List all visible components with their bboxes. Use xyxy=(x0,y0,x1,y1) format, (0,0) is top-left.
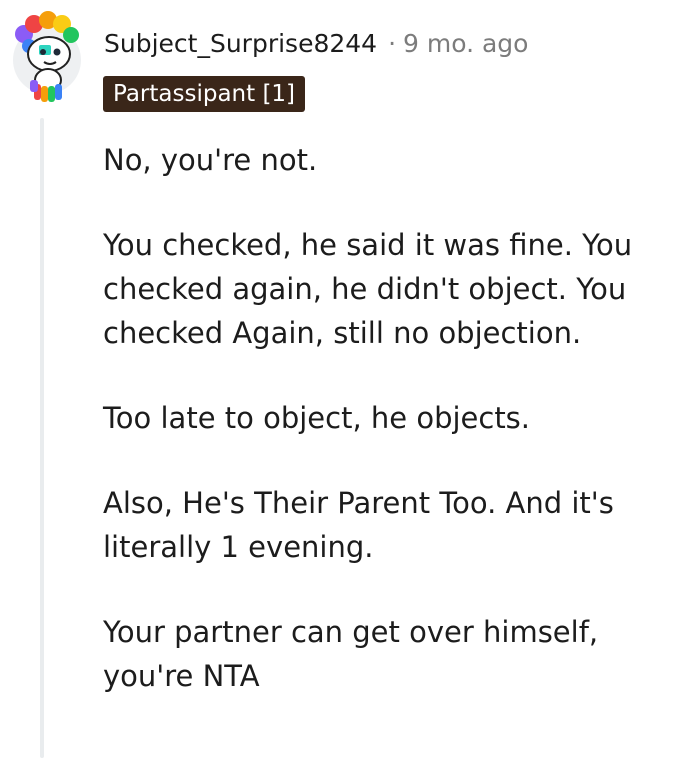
user-flair-badge: Partassipant [1] xyxy=(103,76,306,112)
timestamp[interactable]: 9 mo. ago xyxy=(403,24,528,64)
meta-separator: · xyxy=(388,29,397,58)
user-avatar-icon[interactable] xyxy=(10,10,84,104)
comment-body: No, you're not. You checked, he said it … xyxy=(103,138,693,739)
thread-line[interactable] xyxy=(40,118,44,758)
comment: Subject_Surprise8244 · 9 mo. ago Partass… xyxy=(0,0,700,758)
comment-paragraph: You checked, he said it was fine. You ch… xyxy=(103,228,633,350)
comment-meta: Subject_Surprise8244 · 9 mo. ago xyxy=(104,24,528,64)
author-username[interactable]: Subject_Surprise8244 xyxy=(104,24,377,64)
comment-paragraph: Your partner can get over himself, you'r… xyxy=(103,615,599,693)
comment-paragraph: No, you're not. xyxy=(103,143,318,177)
comment-paragraph: Too late to object, he objects. xyxy=(103,401,531,435)
comment-paragraph: Also, He's Their Parent Too. And it's li… xyxy=(103,486,614,564)
